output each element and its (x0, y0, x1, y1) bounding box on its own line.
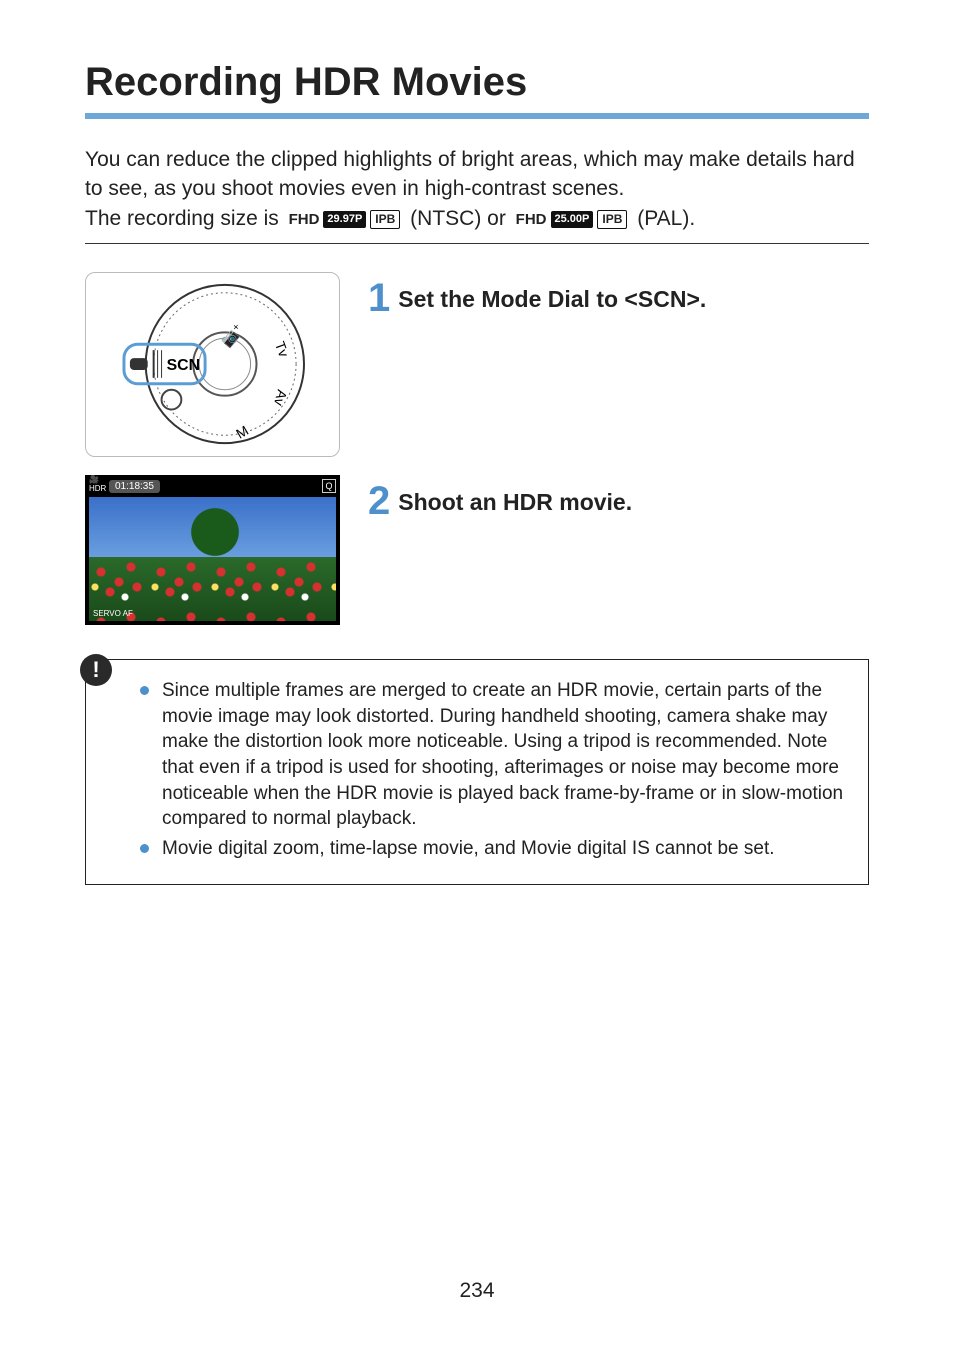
intro-pal: (PAL). (637, 207, 695, 230)
q-icon: Q (322, 479, 336, 493)
fps-pal-icon: 25.00P (551, 211, 594, 228)
ipb-icon: IPB (370, 210, 400, 229)
recording-time: 01:18:35 (109, 480, 160, 493)
fhd-icon: FHD (516, 209, 547, 230)
camera-screenshot: 🎥HDR 01:18:35 Q SERVO AF (85, 475, 340, 625)
fhd-icon: FHD (289, 209, 320, 230)
caution-item: Since multiple frames are merged to crea… (140, 678, 848, 832)
step-1-suffix: >. (686, 286, 706, 312)
svg-text:Av: Av (271, 388, 291, 408)
step-1-block: 📷⁺ Tv Av M SCN 1 Set the Mode Dial to <S… (85, 272, 869, 457)
rec-spec-pal: FHD 25.00P IPB (516, 209, 628, 230)
step-1-image: 📷⁺ Tv Av M SCN (85, 272, 340, 457)
caution-list: Since multiple frames are merged to crea… (140, 678, 848, 861)
ipb-icon: IPB (597, 210, 627, 229)
step-2-title: Shoot an HDR movie. (398, 481, 632, 516)
step-1-number: 1 (368, 278, 390, 318)
dial-svg: 📷⁺ Tv Av M SCN (86, 273, 339, 456)
intro-paragraph: You can reduce the clipped highlights of… (85, 145, 869, 233)
step-2-image: 🎥HDR 01:18:35 Q SERVO AF (85, 475, 340, 625)
scn-label: SCN (638, 286, 687, 312)
intro-rec-label: The recording size is (85, 207, 279, 230)
intro-divider (85, 243, 869, 244)
svg-text:Tv: Tv (272, 339, 292, 359)
step-2-content: 2 Shoot an HDR movie. (368, 481, 632, 521)
caution-item: Movie digital zoom, time-lapse movie, an… (140, 836, 848, 862)
tree-area (185, 507, 245, 557)
screenshot-topbar: 01:18:35 Q (89, 479, 336, 493)
step-2-number: 2 (368, 481, 390, 521)
intro-line1: You can reduce the clipped highlights of… (85, 148, 855, 200)
title-underline (85, 113, 869, 119)
step-2-block: 🎥HDR 01:18:35 Q SERVO AF 2 Shoot an HDR … (85, 475, 869, 625)
rec-spec-ntsc: FHD 29.97P IPB (289, 209, 401, 230)
page-number: 234 (0, 1279, 954, 1303)
step-1-prefix: Set the Mode Dial to < (398, 286, 638, 312)
caution-icon: ! (80, 654, 112, 686)
step-1-content: 1 Set the Mode Dial to <SCN>. (368, 278, 706, 318)
fps-ntsc-icon: 29.97P (323, 211, 366, 228)
intro-ntsc: (NTSC) or (410, 207, 506, 230)
page-title: Recording HDR Movies (85, 60, 869, 105)
step-1-title: Set the Mode Dial to <SCN>. (398, 278, 706, 313)
mode-dial-illustration: 📷⁺ Tv Av M SCN (85, 272, 340, 457)
svg-text:SCN: SCN (167, 357, 200, 374)
caution-box: ! Since multiple frames are merged to cr… (85, 659, 869, 884)
servo-af-label: SERVO AF (91, 608, 135, 619)
